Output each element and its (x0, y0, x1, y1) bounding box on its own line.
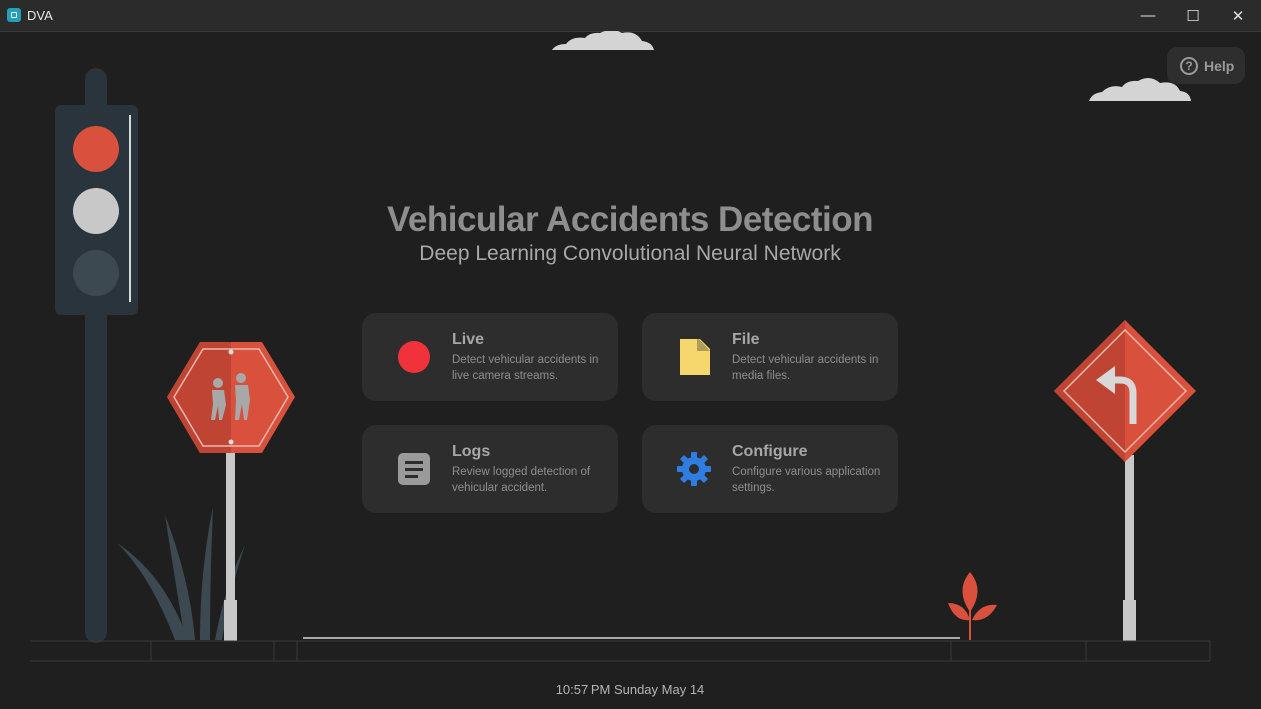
close-button[interactable]: ✕ (1215, 0, 1261, 31)
cloud-icon (552, 31, 654, 50)
turn-left-sign-icon (1054, 320, 1196, 641)
title-bar: DVA — ☐ ✕ (0, 0, 1261, 32)
card-description: Review logged detection of vehicular acc… (452, 466, 591, 494)
configure-card[interactable]: Configure Configure various application … (642, 425, 898, 513)
traffic-light-icon (55, 68, 138, 643)
record-dot-icon (398, 341, 430, 373)
page-title: Vehicular Accidents Detection (386, 200, 874, 239)
minimize-button[interactable]: — (1125, 0, 1171, 31)
card-label: File (732, 331, 760, 348)
gear-icon (677, 452, 711, 486)
card-description: Detect vehicular accidents in media file… (732, 354, 879, 382)
logs-icon (398, 453, 430, 485)
card-description: Configure various application settings. (732, 466, 881, 494)
background-illustration (30, 31, 1211, 662)
card-label: Live (452, 331, 485, 348)
card-description: Detect vehicular accidents in live camer… (452, 354, 599, 382)
plant-icon (948, 572, 997, 640)
live-card[interactable]: Live Detect vehicular accidents in live … (362, 313, 618, 401)
datetime-label: 10:57 PM Sunday May 14 (555, 682, 705, 697)
card-label: Configure (732, 443, 808, 460)
maximize-button[interactable]: ☐ (1170, 0, 1216, 31)
help-label: Help (1204, 57, 1235, 74)
help-button[interactable]: ? Help (1167, 47, 1245, 84)
file-icon (680, 339, 710, 375)
logs-card[interactable]: Logs Review logged detection of vehicula… (362, 425, 618, 513)
ground-lines (30, 637, 1211, 662)
window-title: DVA (27, 8, 53, 23)
page-subtitle: Deep Learning Convolutional Neural Netwo… (419, 242, 841, 265)
file-card[interactable]: File Detect vehicular accidents in media… (642, 313, 898, 401)
app-icon (7, 8, 21, 22)
card-label: Logs (452, 443, 491, 460)
question-circle-icon: ? (1180, 56, 1198, 75)
